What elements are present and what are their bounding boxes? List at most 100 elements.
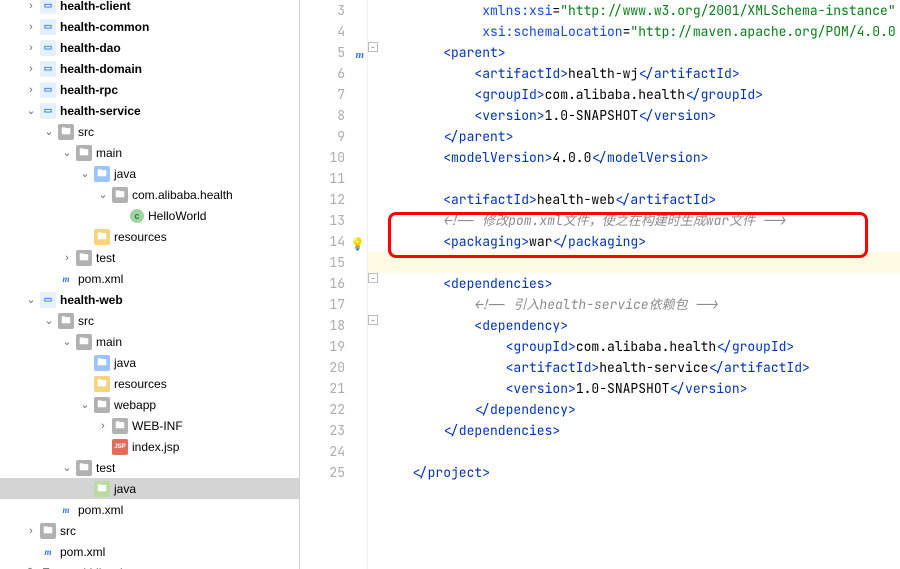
code-line[interactable]: <version>1.0-SNAPSHOT</version> [368, 378, 900, 399]
folder-java[interactable]: ⌄🖿java [0, 163, 299, 184]
chevron-down-icon[interactable]: ⌄ [62, 463, 72, 473]
folder-src[interactable]: ⌄🖿src [0, 121, 299, 142]
tree-item-label: WEB-INF [132, 419, 183, 433]
chevron-down-icon[interactable]: ⌄ [62, 337, 72, 347]
project-tree[interactable]: ›▭health-client›▭health-common›▭health-d… [0, 0, 300, 569]
module-health-rpc[interactable]: ›▭health-rpc [0, 79, 299, 100]
chevron-down-icon[interactable]: ⌄ [26, 295, 36, 305]
chevron-down-icon[interactable]: ⌄ [62, 148, 72, 158]
code-editor[interactable]: 345m67891011121314💡151617181920212223242… [300, 0, 900, 569]
folder-g-icon: 🖿 [76, 250, 92, 266]
chevron-down-icon[interactable]: ⌄ [26, 106, 36, 116]
line-number: 8 [300, 105, 367, 126]
folder-test[interactable]: › 🖿 test [0, 247, 299, 268]
chevron-down-icon[interactable]: ⌄ [80, 400, 90, 410]
folder-resources[interactable]: ·🖿resources [0, 226, 299, 247]
code-line[interactable]: </project> [368, 462, 900, 483]
folder-main[interactable]: ⌄🖿main [0, 142, 299, 163]
folder-java-web[interactable]: ·🖿java [0, 352, 299, 373]
intention-bulb-icon[interactable]: 💡 [350, 234, 364, 248]
chevron-right-icon[interactable]: › [26, 526, 36, 536]
module-health-common[interactable]: ›▭health-common [0, 16, 299, 37]
folder-test-java[interactable]: ·🖿java [0, 478, 299, 499]
code-line[interactable]: <dependency> [368, 315, 900, 336]
code-line[interactable]: <artifactId>health-wj</artifactId> [368, 63, 900, 84]
code-line[interactable]: <artifactId>health-service</artifactId> [368, 357, 900, 378]
chevron-right-icon[interactable]: › [26, 22, 36, 32]
module-icon: ▭ [40, 40, 56, 56]
line-number: 18 [300, 315, 367, 336]
chevron-down-icon[interactable]: ⌄ [44, 127, 54, 137]
tree-item-label: test [96, 251, 115, 265]
package-com-alibaba-health[interactable]: ⌄🖿com.alibaba.health [0, 184, 299, 205]
chevron-right-icon[interactable]: › [26, 85, 36, 95]
code-line[interactable]: </parent> [368, 126, 900, 147]
folder-src-root[interactable]: ›🖿src [0, 520, 299, 541]
file-pom-xml-web[interactable]: ·mpom.xml [0, 499, 299, 520]
folder-y-icon: 🖿 [94, 376, 110, 392]
folder-b-icon: 🖿 [94, 166, 110, 182]
module-icon: ▭ [40, 19, 56, 35]
code-line[interactable]: <dependencies> [368, 273, 900, 294]
line-number: 25 [300, 462, 367, 483]
class-helloworld[interactable]: ·cHelloWorld [0, 205, 299, 226]
chevron-down-icon[interactable]: ⌄ [80, 169, 90, 179]
code-token [412, 275, 443, 292]
module-health-service[interactable]: ⌄▭health-service [0, 100, 299, 121]
code-token: <groupId> [506, 338, 576, 355]
code-line[interactable] [368, 252, 900, 273]
folder-test-web[interactable]: ⌄🖿test [0, 457, 299, 478]
folder-resources-web[interactable]: ·🖿resources [0, 373, 299, 394]
module-health-domain[interactable]: ›▭health-domain [0, 58, 299, 79]
file-index-jsp[interactable]: ·JSPindex.jsp [0, 436, 299, 457]
folder-webapp[interactable]: ⌄🖿webapp [0, 394, 299, 415]
code-token: 4.0.0 [552, 149, 591, 166]
code-line[interactable]: <!-- 引入health-service依赖包 --> [368, 294, 900, 315]
code-line[interactable]: xmlns:xsi="http://www.w3.org/2001/XMLSch… [368, 0, 900, 21]
code-line[interactable]: </dependency> [368, 399, 900, 420]
module-health-web[interactable]: ⌄▭health-web [0, 289, 299, 310]
tree-item-label: src [78, 314, 94, 328]
chevron-right-icon[interactable]: › [26, 43, 36, 53]
file-pom-xml-root[interactable]: ·mpom.xml [0, 541, 299, 562]
code-line[interactable]: <version>1.0-SNAPSHOT</version> [368, 105, 900, 126]
chevron-down-icon[interactable]: ⌄ [44, 316, 54, 326]
folder-src-web[interactable]: ⌄🖿src [0, 310, 299, 331]
code-line[interactable]: <!-- 修改pom.xml文件，使之在构建时生成war文件 --> [368, 210, 900, 231]
code-token: "http://maven.apache.org/POM/4.0.0 ht [630, 23, 900, 40]
tree-item-label: java [114, 356, 136, 370]
line-number: 11 [300, 168, 367, 189]
code-line[interactable]: xsi:schemaLocation="http://maven.apache.… [368, 21, 900, 42]
module-health-dao[interactable]: ›▭health-dao [0, 37, 299, 58]
chevron-right-icon[interactable]: › [62, 253, 72, 263]
line-number: 7 [300, 84, 367, 105]
code-token: </version> [638, 107, 716, 124]
code-line[interactable]: <packaging>war</packaging> [368, 231, 900, 252]
chevron-right-icon[interactable]: › [26, 64, 36, 74]
pom-icon: m [58, 502, 74, 518]
code-line[interactable]: <modelVersion>4.0.0</modelVersion> [368, 147, 900, 168]
chevron-down-icon[interactable]: ⌄ [98, 190, 108, 200]
file-pom-xml-service[interactable]: ·mpom.xml [0, 268, 299, 289]
code-line[interactable] [368, 168, 900, 189]
code-line[interactable]: <groupId>com.alibaba.health</groupId> [368, 336, 900, 357]
line-number: 4 [300, 21, 367, 42]
chevron-right-icon[interactable]: › [26, 1, 36, 11]
module-health-client[interactable]: ›▭health-client [0, 0, 299, 16]
code-token: <version> [506, 380, 576, 397]
line-number: 9 [300, 126, 367, 147]
code-token [412, 65, 474, 82]
code-token: </dependencies> [443, 422, 560, 439]
code-line[interactable] [368, 441, 900, 462]
code-token: </artifactId> [638, 65, 739, 82]
chevron-right-icon[interactable]: › [98, 421, 108, 431]
code-token: com.alibaba.health [576, 338, 716, 355]
tree-item-label: src [78, 125, 94, 139]
code-line[interactable]: <groupId>com.alibaba.health</groupId> [368, 84, 900, 105]
external-libraries[interactable]: ·⫴External Libraries [0, 562, 299, 569]
code-line[interactable]: </dependencies> [368, 420, 900, 441]
folder-main-web[interactable]: ⌄🖿main [0, 331, 299, 352]
code-line[interactable]: <parent> [368, 42, 900, 63]
code-line[interactable]: <artifactId>health-web</artifactId> [368, 189, 900, 210]
folder-webinf[interactable]: ›🖿WEB-INF [0, 415, 299, 436]
